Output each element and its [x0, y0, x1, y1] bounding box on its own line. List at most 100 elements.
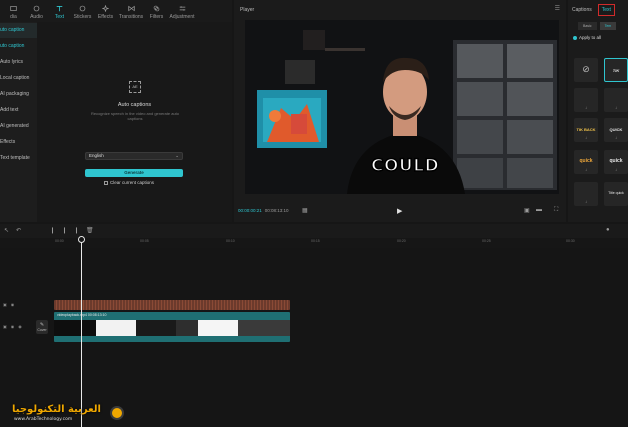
filters-icon [153, 5, 160, 12]
style-tile[interactable]: QUICK ↓ [604, 118, 628, 142]
language-value: English [89, 153, 104, 158]
chevron-down-icon: ⌄ [175, 153, 179, 158]
adjustment-icon [179, 6, 185, 11]
style-tile[interactable]: quick ↓ [604, 150, 628, 174]
generate-button[interactable]: Generate [85, 169, 183, 177]
apply-to-all-toggle[interactable]: Apply to all [568, 35, 628, 40]
auto-captions-title: Auto captions [117, 102, 152, 108]
category-item[interactable]: uto caption [0, 23, 37, 38]
tool-audio[interactable]: Audio [25, 0, 48, 22]
ruler-tick: 00:20 [397, 239, 406, 243]
style-tile[interactable]: TIK [604, 58, 628, 82]
timecode: 00:00:00:21 00:08:13:10 [238, 208, 289, 213]
lock-icon[interactable]: ▣ [3, 324, 7, 329]
style-tile-none[interactable]: ⊘ [574, 58, 598, 82]
style-tile[interactable]: ↓ [574, 88, 598, 112]
ratio-icon[interactable]: ▬ [536, 207, 542, 213]
timeline-panel: ↖ ↶ ❙ ❙ ❙ 🗑 ● 00:00 00:05 00:10 00:15 00… [0, 224, 628, 427]
timeline-toolbar: ↖ ↶ ❙ ❙ ❙ 🗑 ● [0, 224, 628, 238]
microphone-icon[interactable]: ● [606, 227, 610, 233]
download-icon: ↓ [615, 105, 617, 110]
top-toolbar: dia Audio Text Stickers Effects Transiti… [0, 0, 232, 22]
watermark-title: العربية التكنولوجيا [12, 404, 101, 415]
caption-overlay[interactable]: COULD [370, 155, 439, 177]
audio-track-controls: ▣ ◉ [3, 302, 14, 307]
tool-effects[interactable]: Effects [94, 0, 117, 22]
video-preview[interactable]: COULD [245, 20, 559, 194]
volume-icon[interactable]: ◉ [18, 324, 22, 329]
category-item[interactable]: Effects [0, 135, 37, 150]
watermark: العربية التكنولوجيا www.ArabTechnology.c… [0, 402, 130, 427]
apply-to-all-label: Apply to all [579, 35, 602, 40]
style-tile[interactable]: ↓ [574, 182, 598, 206]
text-properties-panel: Captions Text Basic Tem Apply to all ⊘ T… [568, 0, 628, 222]
auto-captions-description: Recognize speech in the video and genera… [90, 111, 180, 121]
tool-adjustment[interactable]: Adjustment [168, 0, 196, 22]
category-item[interactable]: AI packaging [0, 87, 37, 102]
cursor-icon[interactable]: ↖ [4, 227, 9, 234]
clip-thumbnail [176, 320, 198, 336]
tab-captions[interactable]: Captions [572, 7, 592, 13]
cover-button[interactable]: ✎ Cover [36, 320, 48, 334]
effects-icon [102, 5, 109, 12]
fullscreen-icon[interactable]: ⛶ [554, 207, 558, 214]
playhead[interactable] [81, 238, 82, 427]
tool-stickers[interactable]: Stickers [71, 0, 94, 22]
eye-icon[interactable]: ◉ [11, 324, 15, 329]
language-select[interactable]: English ⌄ [85, 152, 183, 160]
lock-icon[interactable]: ▣ [3, 302, 7, 307]
text-icon [56, 5, 63, 12]
video-clip[interactable]: videoplayback.mp4 00:08:13:10 [54, 312, 290, 342]
category-item[interactable]: Local caption [0, 71, 37, 86]
clip-thumbnail [96, 320, 136, 336]
play-button[interactable]: ▶ [397, 207, 402, 215]
sub-tab-basic[interactable]: Basic [578, 22, 597, 30]
download-icon: ↓ [585, 167, 587, 172]
painting [257, 90, 327, 148]
style-tile[interactable]: quick ↓ [574, 150, 598, 174]
audio-clip[interactable] [54, 300, 290, 310]
clip-thumbnail [136, 320, 176, 336]
category-item[interactable]: Add text [0, 103, 37, 118]
playhead-handle[interactable] [78, 236, 85, 243]
undo-icon[interactable]: ↶ [16, 227, 21, 234]
tool-media[interactable]: dia [2, 0, 25, 22]
ruler-tick: 00:25 [482, 239, 491, 243]
timeline-ruler[interactable]: 00:00 00:05 00:10 00:15 00:20 00:25 00:3… [0, 238, 628, 248]
tool-text[interactable]: Text [48, 0, 71, 22]
style-tile[interactable]: ↓ [604, 88, 628, 112]
sticker-icon [79, 5, 86, 12]
sub-tab-templates[interactable]: Tem [599, 22, 617, 30]
watermark-url: www.ArabTechnology.com [14, 417, 73, 422]
properties-tabs: Captions Text [568, 0, 628, 20]
clip-thumbnail [54, 320, 96, 336]
split-left-icon[interactable]: ❙ [62, 227, 67, 234]
download-icon: ↓ [615, 135, 617, 140]
menu-icon[interactable]: ☰ [555, 5, 560, 12]
eye-icon[interactable]: ◉ [11, 302, 15, 307]
category-item[interactable]: AI generated [0, 119, 37, 134]
tool-transitions[interactable]: Transitions [117, 0, 145, 22]
category-item[interactable]: Auto lyrics [0, 55, 37, 70]
tab-text[interactable]: Text [597, 4, 615, 16]
style-tile[interactable]: Title quick [604, 182, 628, 206]
delete-icon[interactable]: 🗑 [86, 227, 94, 234]
category-item[interactable]: uto caption [0, 39, 37, 54]
crop-icon[interactable]: ▣ [524, 207, 530, 214]
ruler-tick: 00:30 [566, 239, 575, 243]
text-sub-tabs: Basic Tem [568, 22, 628, 30]
ban-icon: ⊘ [582, 64, 590, 74]
auto-captions-panel: AE Auto captions Recognize speech in the… [37, 22, 232, 222]
tool-filters[interactable]: Filters [145, 0, 168, 22]
grid-icon[interactable]: ▦ [302, 207, 308, 214]
category-item[interactable]: Text template [0, 151, 37, 166]
current-time: 00:00:00:21 [238, 208, 262, 213]
split-right-icon[interactable]: ❙ [74, 227, 79, 234]
split-icon[interactable]: ❙ [50, 227, 55, 234]
video-track-controls: ▣ ◉ ◉ [3, 324, 22, 329]
download-icon: ↓ [585, 199, 587, 204]
clear-captions-checkbox[interactable]: Clear current captions [104, 180, 154, 185]
style-tile[interactable]: TIK BACK ↓ [574, 118, 598, 142]
window-grid [453, 40, 557, 190]
total-time: 00:08:13:10 [264, 208, 289, 213]
